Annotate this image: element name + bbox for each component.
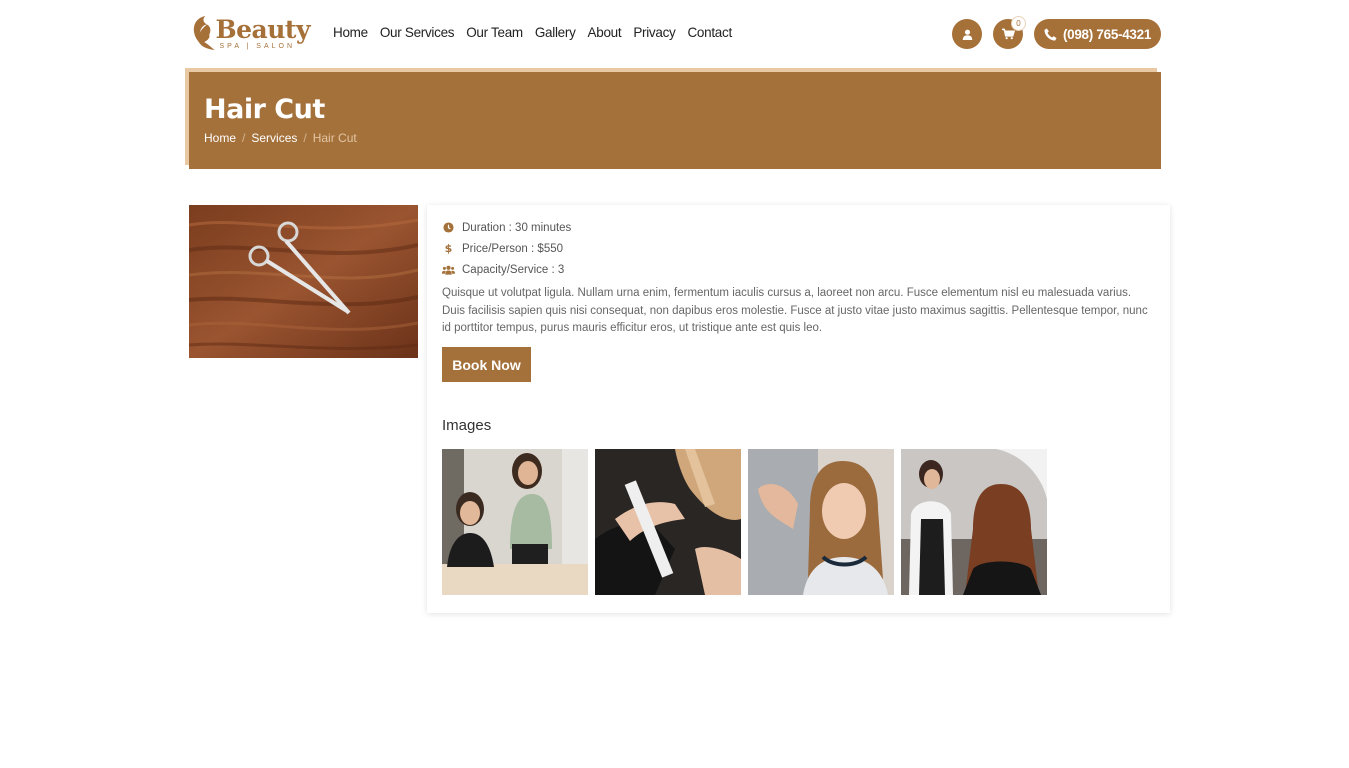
phone-number: (098) 765-4321 xyxy=(1062,26,1152,42)
price-text: Price/Person : $550 xyxy=(462,242,564,255)
main-nav: Home Our Services Our Team Gallery About… xyxy=(333,25,744,41)
woman-silhouette-icon xyxy=(193,16,215,50)
image-gallery xyxy=(442,449,1047,595)
service-description: Quisque ut volutpat ligula. Nullam urna … xyxy=(442,287,1148,334)
page-banner: Hair Cut Home / Services / Hair Cut xyxy=(189,72,1161,169)
logo-word: Beauty xyxy=(215,14,311,44)
nav-gallery[interactable]: Gallery xyxy=(535,25,576,41)
salon-stylist-photo xyxy=(901,449,1047,595)
breadcrumb: Home / Services / Hair Cut xyxy=(204,131,357,145)
phone-icon xyxy=(1044,27,1057,41)
cart-icon xyxy=(1001,28,1015,40)
logo-subtitle: SPA | SALON xyxy=(219,42,296,50)
user-icon xyxy=(962,29,972,40)
breadcrumb-current: Hair Cut xyxy=(312,131,357,145)
nav-privacy[interactable]: Privacy xyxy=(633,25,675,41)
site-header: Beauty SPA | SALON Home Our Services Our… xyxy=(0,0,1349,68)
duration-row: Duration : 30 minutes xyxy=(442,221,571,234)
cart-count-badge: 0 xyxy=(1011,16,1026,31)
duration-text: Duration : 30 minutes xyxy=(462,221,572,234)
nav-our-team[interactable]: Our Team xyxy=(466,25,523,41)
capacity-row: Capacity/Service : 3 xyxy=(442,263,564,276)
phone-button[interactable]: (098) 765-4321 xyxy=(1034,19,1161,49)
price-row: $ Price/Person : $550 xyxy=(442,242,563,255)
breadcrumb-home[interactable]: Home xyxy=(204,131,236,145)
comb-cutting-photo xyxy=(595,449,741,595)
gallery-image[interactable] xyxy=(595,449,741,595)
capacity-text: Capacity/Service : 3 xyxy=(462,263,565,276)
gallery-image[interactable] xyxy=(748,449,894,595)
breadcrumb-services[interactable]: Services xyxy=(251,131,297,145)
stylist-mirror-photo xyxy=(442,449,588,595)
images-heading: Images xyxy=(442,417,492,434)
nav-about[interactable]: About xyxy=(588,25,622,41)
nav-our-services[interactable]: Our Services xyxy=(380,25,455,41)
breadcrumb-separator: / xyxy=(303,131,307,145)
nav-contact[interactable]: Contact xyxy=(687,25,732,41)
service-main-image xyxy=(189,205,418,358)
nav-home[interactable]: Home xyxy=(333,25,368,41)
gallery-image[interactable] xyxy=(901,449,1047,595)
hair-scissors-image xyxy=(189,205,418,358)
clock-icon xyxy=(442,221,455,234)
account-button[interactable] xyxy=(952,19,982,49)
users-icon xyxy=(442,263,455,276)
girl-haircut-photo xyxy=(748,449,894,595)
service-detail-card: Duration : 30 minutes $ Price/Person : $… xyxy=(427,205,1170,613)
dollar-icon: $ xyxy=(444,242,453,255)
breadcrumb-separator: / xyxy=(242,131,246,145)
gallery-image[interactable] xyxy=(442,449,588,595)
logo[interactable]: Beauty SPA | SALON xyxy=(190,10,310,56)
page-title: Hair Cut xyxy=(204,94,325,125)
book-now-button[interactable]: Book Now xyxy=(442,347,531,382)
